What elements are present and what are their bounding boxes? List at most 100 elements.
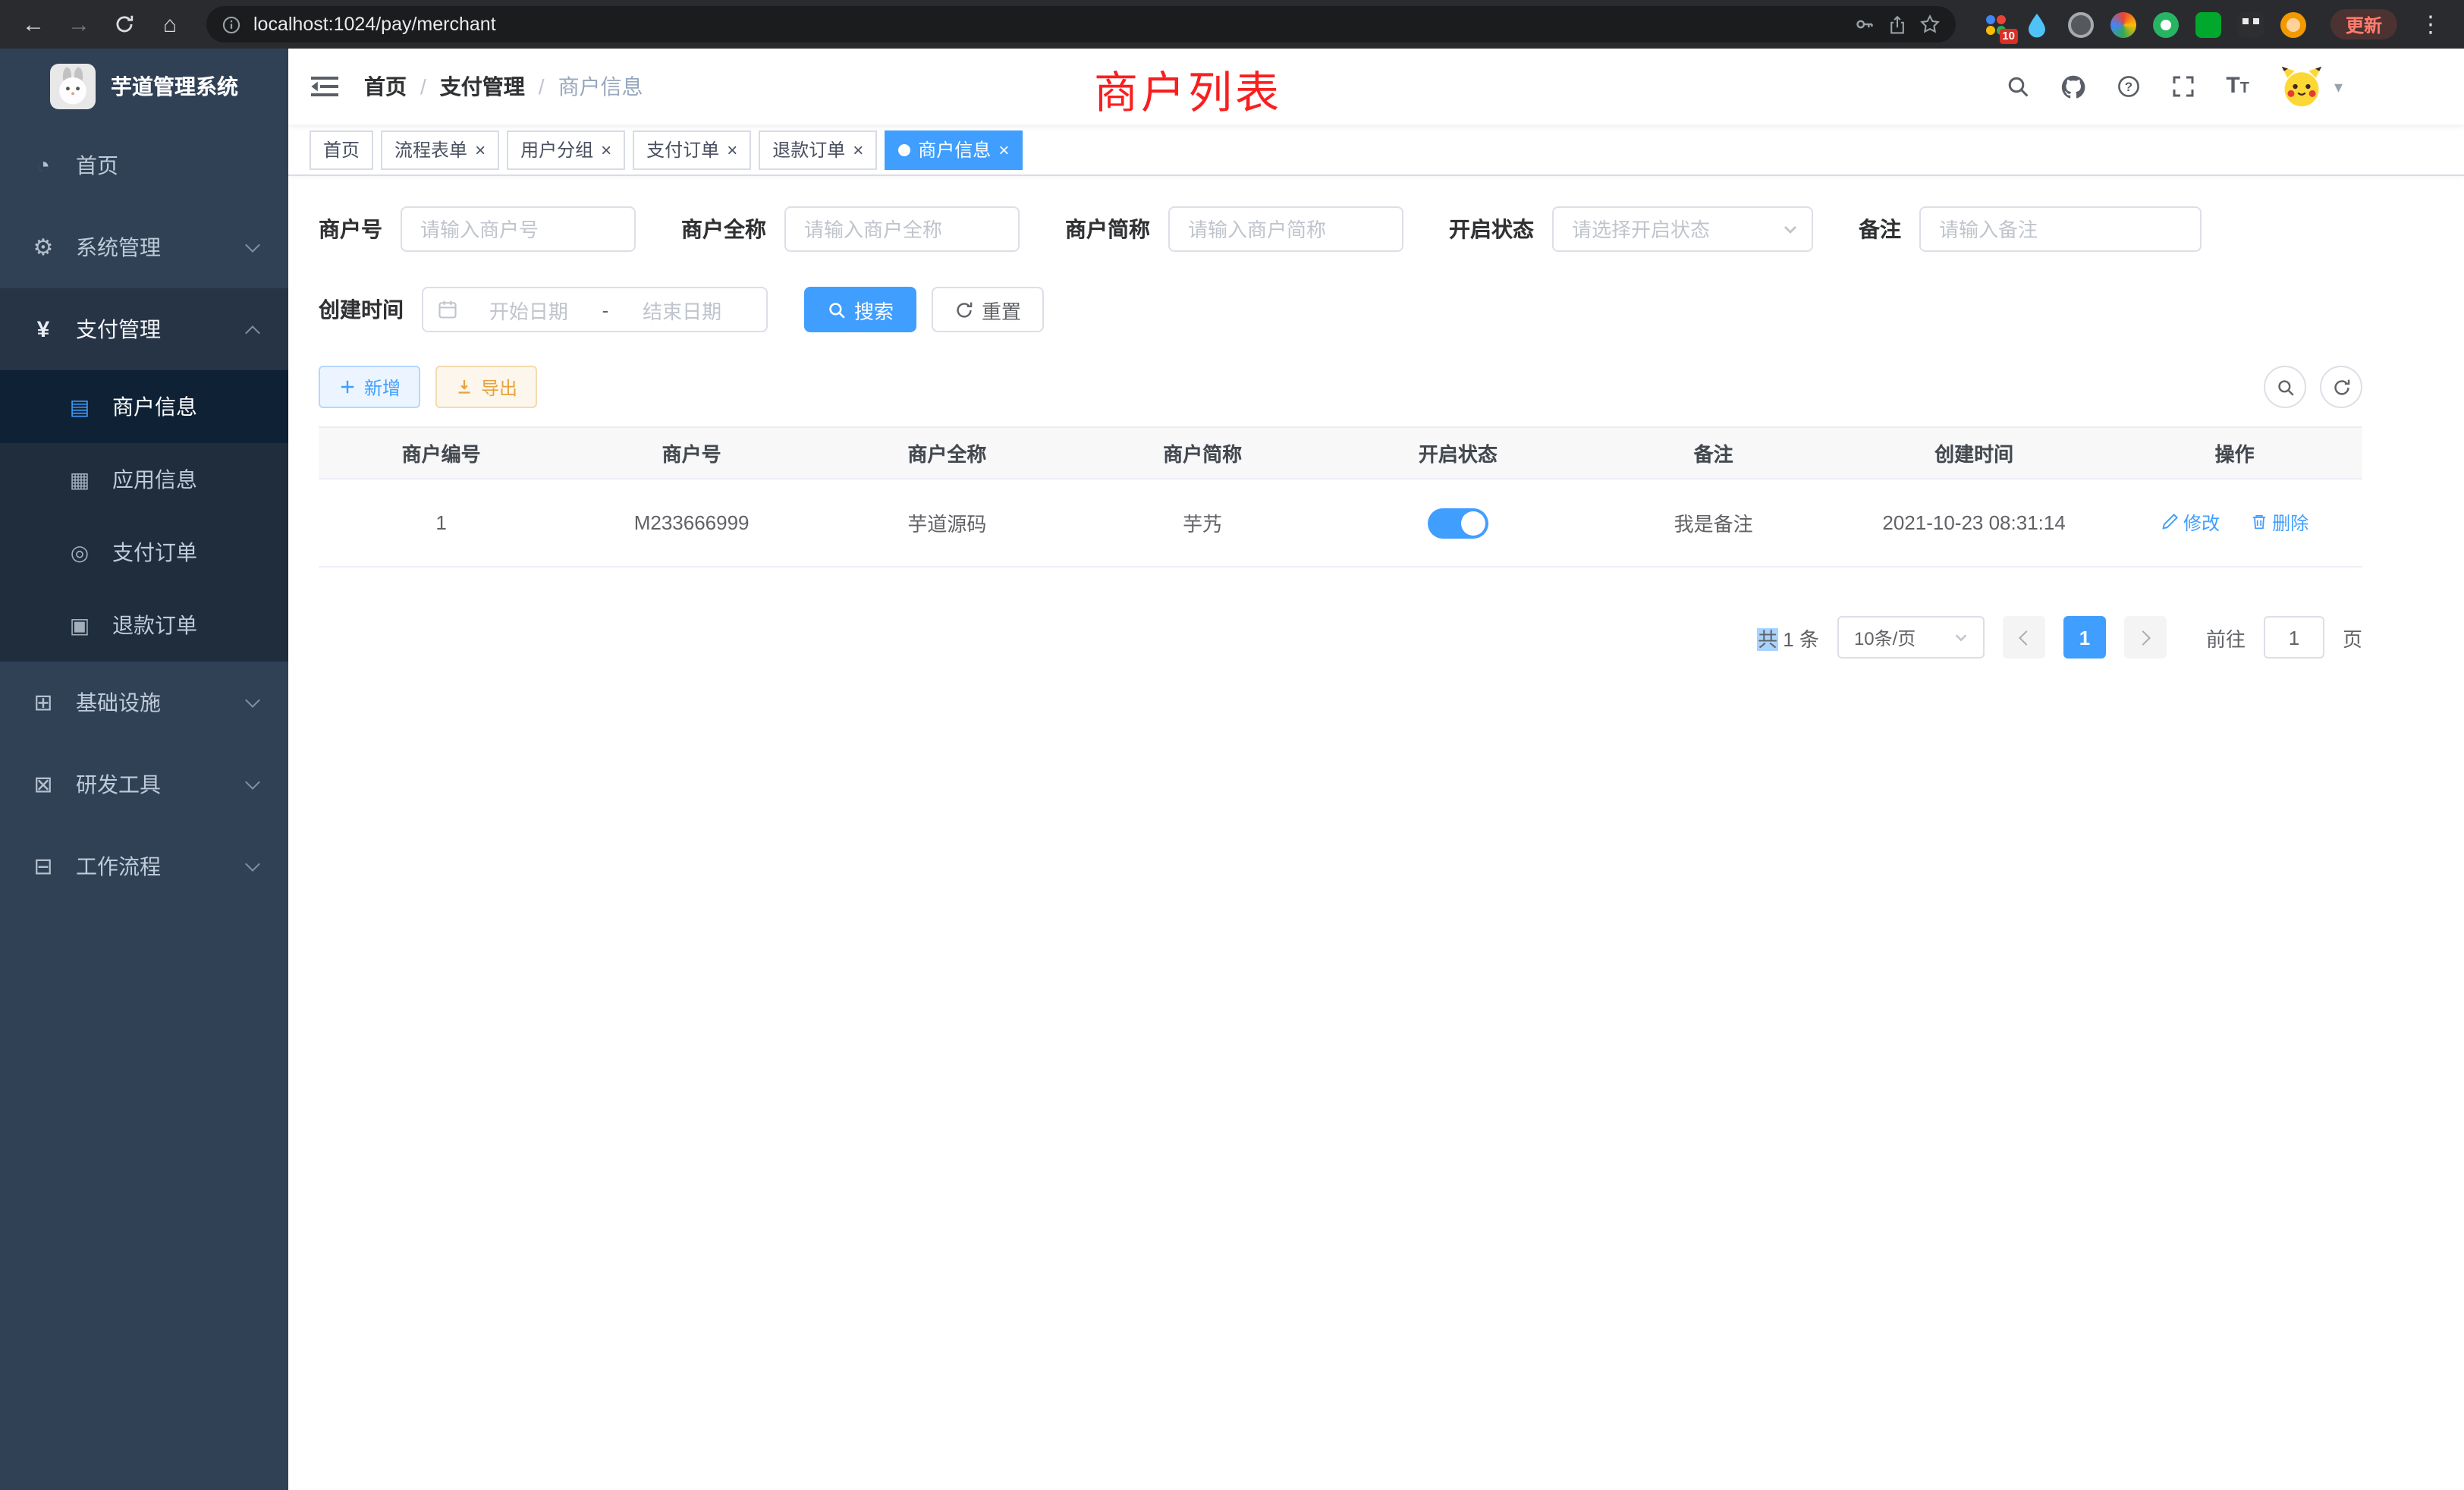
end-date-placeholder[interactable]: 结束日期 [611,295,753,324]
app-logo[interactable]: 芋道管理系统 [0,49,288,124]
sidebar-item-devtools[interactable]: ⊠ 研发工具 [0,743,288,825]
browser-update-button[interactable]: 更新 [2330,9,2397,39]
reset-button[interactable]: 重置 [932,287,1044,332]
extension-badge: 10 [1999,28,2018,43]
browser-reload-icon[interactable] [106,6,143,42]
status-select[interactable] [1552,206,1813,252]
chevron-down-icon [1953,629,1969,646]
toggle-search-button[interactable] [2264,366,2306,408]
refresh-table-button[interactable] [2320,366,2362,408]
tab-home[interactable]: 首页 [310,130,373,169]
next-page-button[interactable] [2124,616,2167,659]
tab-close-icon[interactable]: × [727,140,737,159]
tab-merchant-info[interactable]: 商户信息 × [885,130,1023,169]
total-rest: 1 条 [1777,627,1819,650]
full-name-input[interactable] [784,206,1020,252]
tab-user-group[interactable]: 用户分组 × [507,130,625,169]
sidebar-item-home[interactable]: ◔ 首页 [0,124,288,206]
page-unit-label: 页 [2343,623,2362,652]
merchant-no-input[interactable] [401,206,636,252]
search-button[interactable]: 搜索 [804,287,916,332]
edit-link[interactable]: 修改 [2161,510,2220,536]
github-icon[interactable] [2060,74,2086,99]
filter-short-name: 商户简称 [1065,206,1403,252]
prev-page-button[interactable] [2003,616,2045,659]
screen: ← → ⌂ localhost:1024/pay/merchant [0,0,2464,1490]
font-size-icon[interactable]: TT [2226,73,2249,100]
site-info-icon[interactable] [222,14,241,34]
create-time-range-picker[interactable]: 开始日期 - 结束日期 [422,287,768,332]
chevron-down-icon [245,692,260,707]
col-actions: 操作 [2107,427,2362,479]
chevron-down-icon [1781,220,1799,238]
sidebar-item-system[interactable]: ⚙ 系统管理 [0,206,288,288]
tab-flow-form[interactable]: 流程表单 × [381,130,499,169]
cell-create-time: 2021-10-23 08:31:14 [1841,479,2107,567]
sidebar-item-pay-order[interactable]: ◎ 支付订单 [0,516,288,589]
remark-input[interactable] [1919,206,2202,252]
add-button[interactable]: 新增 [319,366,420,408]
monitor-icon: ⊞ [30,689,56,716]
tab-close-icon[interactable]: × [998,140,1009,159]
goto-page-input[interactable] [2264,616,2324,659]
search-icon[interactable] [2006,74,2030,99]
logo-rabbit-icon [50,64,96,109]
cell-merchant-no: M233666999 [564,479,819,567]
tab-label: 流程表单 [394,137,467,162]
export-button[interactable]: 导出 [435,366,537,408]
status-toggle[interactable] [1428,508,1488,538]
sidebar-item-payment[interactable]: ¥ 支付管理 [0,288,288,370]
start-date-placeholder[interactable]: 开始日期 [458,295,599,324]
tab-close-icon[interactable]: × [853,140,863,159]
tab-pay-order[interactable]: 支付订单 × [633,130,751,169]
extension-monkey-icon[interactable] [2238,11,2264,37]
sidebar-item-workflow[interactable]: ⊟ 工作流程 [0,825,288,907]
payment-submenu: ▤ 商户信息 ▦ 应用信息 ◎ 支付订单 ▣ 退款订单 [0,370,288,662]
sidebar-item-app-info[interactable]: ▦ 应用信息 [0,443,288,516]
sidebar-item-infrastructure[interactable]: ⊞ 基础设施 [0,662,288,743]
reset-button-label: 重置 [982,295,1021,324]
tab-refund-order[interactable]: 退款订单 × [759,130,877,169]
sidebar-item-merchant-info[interactable]: ▤ 商户信息 [0,370,288,443]
browser-home-icon[interactable]: ⌂ [152,6,188,42]
breadcrumb-home[interactable]: 首页 [364,71,407,102]
col-full-name: 商户全称 [819,427,1075,479]
page-number-button[interactable]: 1 [2063,616,2106,659]
help-icon[interactable]: ? [2117,74,2141,99]
sidebar-item-refund-order[interactable]: ▣ 退款订单 [0,589,288,662]
browser-forward-icon[interactable]: → [61,6,97,42]
delete-link[interactable]: 删除 [2249,510,2308,536]
extension-gray-icon[interactable] [2068,11,2094,37]
col-create-time: 创建时间 [1841,427,2107,479]
tab-close-icon[interactable]: × [601,140,611,159]
browser-menu-icon[interactable]: ⋮ [2412,6,2449,42]
bookmark-star-icon[interactable] [1919,14,1941,35]
browser-back-icon[interactable]: ← [15,6,52,42]
short-name-input[interactable] [1168,206,1403,252]
workflow-icon: ⊟ [30,853,56,880]
browser-profile-avatar[interactable] [2280,11,2306,37]
sidebar-item-label: 基础设施 [76,687,161,718]
sidebar-item-label: 应用信息 [112,464,197,495]
password-key-icon[interactable] [1854,14,1875,35]
extension-drop-icon[interactable] [2026,11,2051,37]
calendar-icon [437,299,458,320]
extension-notes-icon[interactable] [2195,11,2221,37]
col-merchant-no: 商户号 [564,427,819,479]
user-menu[interactable]: ▾ [2280,64,2343,109]
address-bar[interactable]: localhost:1024/pay/merchant [206,6,1956,42]
share-icon[interactable] [1887,14,1907,34]
cell-merchant-id: 1 [319,479,564,567]
hamburger-icon[interactable] [310,71,340,102]
breadcrumb-payment[interactable]: 支付管理 [440,71,525,102]
grid-icon: ▦ [67,467,93,492]
tab-label: 支付订单 [646,137,719,162]
fullscreen-icon[interactable] [2171,74,2195,99]
url-text[interactable]: localhost:1024/pay/merchant [253,14,496,35]
extension-green-icon[interactable] [2153,11,2179,37]
extension-apps-icon[interactable]: 10 [1983,11,2009,37]
page-size-select[interactable]: 10条/页 [1837,616,1985,659]
user-avatar[interactable] [2280,64,2325,109]
extension-colorwheel-icon[interactable] [2110,11,2136,37]
tab-close-icon[interactable]: × [475,140,486,159]
